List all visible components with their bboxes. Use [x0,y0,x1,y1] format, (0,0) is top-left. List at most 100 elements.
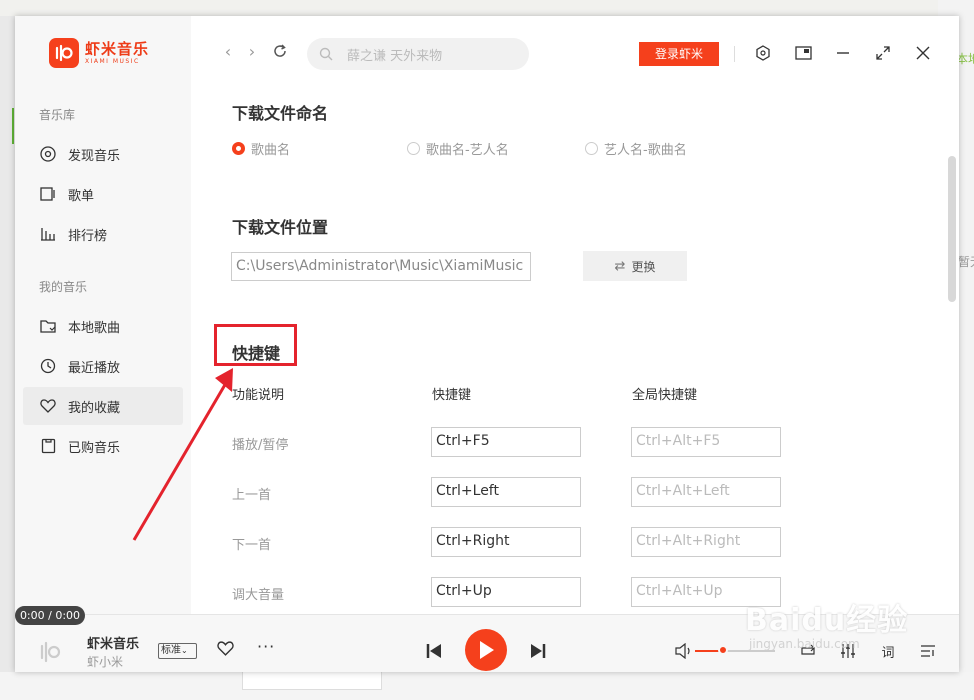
sidebar-item-purchased[interactable]: 已购音乐 [23,427,183,465]
sidebar-item-local[interactable]: 本地歌曲 [23,307,183,345]
sidebar-item-charts[interactable]: 排行榜 [23,215,183,253]
app-window: 虾米音乐 XIAMI MUSIC 音乐库 发现音乐 歌单 排行榜 我的音乐 本地… [15,16,959,672]
shortcuts-section-title: 快捷键 [232,344,281,363]
refresh-button[interactable] [271,43,289,61]
next-icon [531,644,546,658]
refresh-icon [274,44,286,57]
playlist-icon [39,185,57,203]
radio-dot [407,142,420,155]
logo-icon [49,38,79,68]
sidebar-item-label: 已购音乐 [68,440,121,456]
mini-mode-icon [794,46,812,60]
shortcut-action-label: 播放/暂停 [232,438,289,453]
skin-button[interactable] [754,44,772,62]
more-icon: ··· [257,637,276,656]
app-name-en: XIAMI MUSIC [85,57,140,65]
background-window-bottom [0,672,974,700]
sidebar-item-favorites[interactable]: 我的收藏 [23,387,183,425]
background-tab [242,672,382,690]
download-path-field[interactable]: C:\Users\Administrator\Music\XiamiMusic [231,252,531,281]
column-header-shortcut: 快捷键 [432,388,472,403]
quality-label: 标准 [161,645,181,656]
shortcut-field[interactable]: Ctrl+F5 [431,427,581,457]
radio-song-name[interactable]: 歌曲名 [232,139,290,158]
radio-label: 艺人名-歌曲名 [604,143,687,158]
change-path-label: 更换 [631,259,656,274]
sidebar-item-playlists[interactable]: 歌单 [23,175,183,213]
search-icon [319,47,333,61]
previous-button[interactable] [425,642,443,660]
more-button[interactable]: ··· [257,637,275,656]
heart-icon [217,641,234,656]
sidebar-item-discover[interactable]: 发现音乐 [23,135,183,173]
heart-icon [39,397,57,415]
change-path-button[interactable]: ⇄ 更换 [583,251,687,281]
shortcut-action-label: 调大音量 [232,588,285,603]
shortcut-field[interactable]: Ctrl+Up [431,577,581,607]
search-placeholder: 薛之谦 天外来物 [347,48,443,64]
radio-dot [585,142,598,155]
sidebar-item-label: 最近播放 [68,360,121,376]
chevron-right-icon: › [248,42,256,61]
sidebar: 虾米音乐 XIAMI MUSIC 音乐库 发现音乐 歌单 排行榜 我的音乐 本地… [15,16,191,614]
forward-button[interactable]: › [243,43,261,61]
background-accent-bar [12,108,14,144]
play-icon [480,641,494,659]
background-window-strip [0,0,974,16]
maximize-button[interactable] [874,44,892,62]
chevron-down-icon: ⌄ [181,646,188,655]
app-name: 虾米音乐 [85,39,150,58]
sidebar-item-label: 歌单 [68,188,95,204]
app-logo[interactable]: 虾米音乐 XIAMI MUSIC [49,38,149,68]
volume-knob[interactable] [718,645,728,655]
global-shortcut-field[interactable]: Ctrl+Alt+Left [631,477,781,507]
section-title-my-music: 我的音乐 [39,280,88,294]
quality-select[interactable]: 标准⌄ [158,643,197,659]
scrollbar-thumb[interactable] [948,156,956,302]
naming-section-title: 下载文件命名 [232,104,329,123]
chart-icon [39,225,57,243]
shortcut-field[interactable]: Ctrl+Left [431,477,581,507]
radio-song-artist[interactable]: 歌曲名-艺人名 [407,139,509,158]
volume-icon [675,642,690,660]
like-button[interactable] [217,641,235,659]
folder-icon [39,317,57,335]
close-button[interactable] [914,44,932,62]
previous-icon [426,644,441,658]
sidebar-item-recent[interactable]: 最近播放 [23,347,183,385]
global-shortcut-field[interactable]: Ctrl+Alt+Right [631,527,781,557]
clock-icon [39,357,57,375]
login-button[interactable]: 登录虾米 [639,42,719,66]
volume-button[interactable] [675,642,693,660]
album-cover[interactable] [35,637,65,667]
search-input[interactable]: 薛之谦 天外来物 [307,38,529,70]
radio-artist-song[interactable]: 艺人名-歌曲名 [585,139,687,158]
background-text-2: 暂无 [958,255,974,269]
disc-icon [39,145,57,163]
sidebar-item-label: 发现音乐 [68,148,121,164]
mini-mode-button[interactable] [794,44,812,62]
shortcut-field[interactable]: Ctrl+Right [431,527,581,557]
radio-label: 歌曲名 [251,143,291,158]
shortcut-action-label: 上一首 [232,488,272,503]
global-shortcut-field[interactable]: Ctrl+Alt+F5 [631,427,781,457]
toolbar-divider [734,46,735,62]
radio-label: 歌曲名-艺人名 [426,143,509,158]
watermark-url: jingyan.baidu.com [749,637,860,651]
column-header-action: 功能说明 [232,388,285,403]
back-button[interactable]: ‹ [219,43,237,61]
track-title[interactable]: 虾米音乐 [87,633,139,652]
next-button[interactable] [529,642,547,660]
column-header-global-shortcut: 全局快捷键 [632,388,698,403]
swap-icon: ⇄ [614,258,626,274]
location-section-title: 下载文件位置 [232,218,329,237]
maximize-icon [876,46,890,60]
play-button[interactable] [465,629,507,671]
watermark-title: Baidu经验 [745,603,909,638]
playback-time: 0:00 / 0:00 [15,606,85,625]
section-title-library: 音乐库 [39,108,76,122]
purchased-icon [39,437,57,455]
track-artist[interactable]: 虾小米 [87,653,123,670]
minimize-button[interactable] [834,44,852,62]
top-bar: ‹ › 薛之谦 天外来物 登录虾米 [191,16,959,86]
